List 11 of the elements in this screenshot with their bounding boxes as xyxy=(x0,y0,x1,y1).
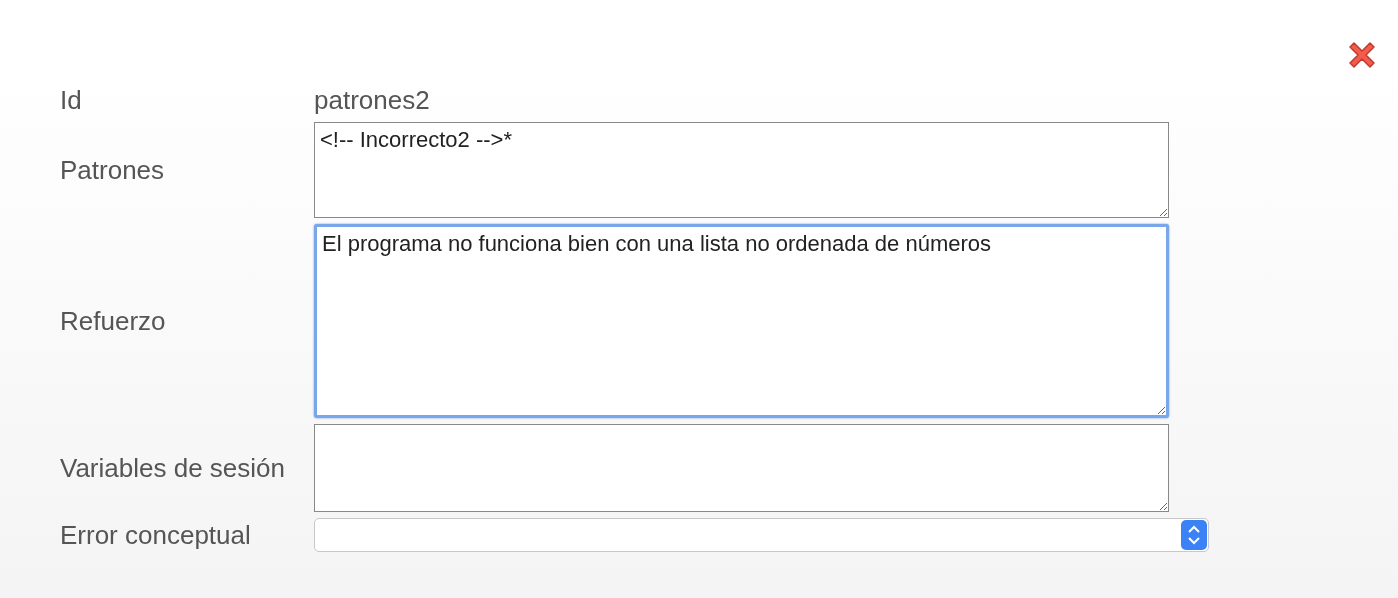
field-value: patrones2 xyxy=(314,84,431,116)
field-label: Id xyxy=(60,84,83,116)
text-area-field[interactable]: <!-- Incorrecto2 -->* xyxy=(314,122,1169,218)
field-label: Variables de sesión xyxy=(60,452,286,484)
field-label: Error conceptual xyxy=(60,519,252,551)
text-area-field[interactable]: El programa no funciona bien con una lista no ordenada de números xyxy=(314,224,1169,418)
dropdown-field[interactable] xyxy=(314,518,1209,552)
field-label: Refuerzo xyxy=(60,305,167,337)
field-label: Patrones xyxy=(60,154,166,186)
text-area-field[interactable] xyxy=(314,424,1169,512)
up-down-chevron-icon xyxy=(1181,520,1207,550)
